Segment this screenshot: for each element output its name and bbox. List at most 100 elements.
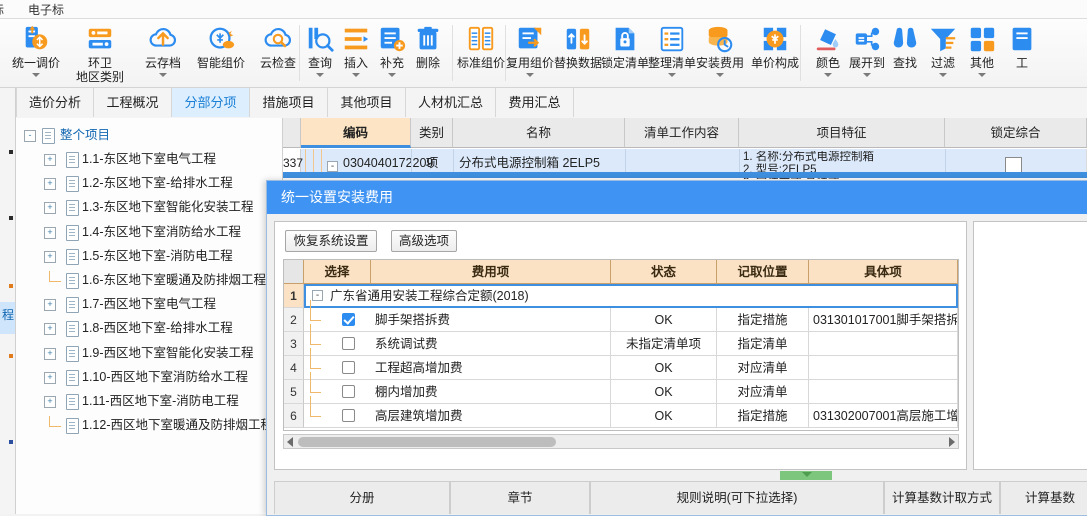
fee-row-checkbox-4[interactable] xyxy=(342,385,355,398)
tree-expander[interactable]: + xyxy=(44,226,56,239)
chevron-down-icon[interactable] xyxy=(716,73,724,77)
grid-header-0[interactable]: 编码 xyxy=(301,118,411,148)
grid-header-4[interactable]: 项目特征 xyxy=(739,118,945,148)
chevron-down-icon[interactable] xyxy=(526,73,534,77)
scroll-thumb[interactable] xyxy=(298,437,556,447)
fee-row-detail-4[interactable] xyxy=(809,380,958,404)
tab-0[interactable]: 造价分析 xyxy=(16,88,94,117)
ribbon-button-label: 颜色 xyxy=(815,56,840,70)
fee-row-checkbox-5[interactable] xyxy=(342,409,355,422)
ribbon-button-danjia-goucheng[interactable]: 单价构成 xyxy=(745,21,805,85)
fee-row-status-5[interactable]: OK xyxy=(611,404,717,428)
fee-row-detail-5[interactable]: 031302007001高层施工增加 xyxy=(809,404,958,428)
fee-row-status-4[interactable]: OK xyxy=(611,380,717,404)
fee-row-detail-3[interactable] xyxy=(809,356,958,380)
chevron-down-icon[interactable] xyxy=(159,73,167,77)
fee-table-hscrollbar[interactable] xyxy=(283,434,959,449)
fee-row-checkbox-1[interactable] xyxy=(342,313,355,326)
ribbon-button-yanse[interactable]: 颜色 xyxy=(806,21,850,85)
bottom-header-rule[interactable]: 规则说明(可下拉选择) xyxy=(590,481,884,514)
bottom-header-chapter[interactable]: 章节 xyxy=(450,481,590,514)
scroll-left-arrow-icon[interactable] xyxy=(287,437,293,447)
tree-expander[interactable]: + xyxy=(44,178,56,191)
scroll-right-arrow-icon[interactable] xyxy=(949,437,955,447)
grid-header-2[interactable]: 名称 xyxy=(453,118,625,148)
tree-expander[interactable]: + xyxy=(44,154,56,166)
grid-header-5[interactable]: 锁定综合 xyxy=(945,118,1087,148)
tree-expander[interactable]: + xyxy=(44,202,56,215)
chevron-down-icon[interactable] xyxy=(939,73,947,77)
tree-expander[interactable]: + xyxy=(44,299,56,312)
ribbon-button-tongyi-tiaojia[interactable]: 统一调价 xyxy=(5,21,67,85)
fee-row-name-2[interactable]: 系统调试费 xyxy=(371,332,611,356)
fee-table-header-2[interactable]: 费用项 xyxy=(371,260,611,284)
fee-row-name-5[interactable]: 高层建筑增加费 xyxy=(371,404,611,428)
tab-label: 人材机汇总 xyxy=(417,95,483,110)
tab-4[interactable]: 其他项目 xyxy=(328,88,406,117)
bottom-header-volume[interactable]: 分册 xyxy=(274,481,450,514)
tab-6[interactable]: 费用汇总 xyxy=(496,88,574,117)
tree-expander[interactable]: + xyxy=(44,323,56,336)
tab-3[interactable]: 措施项目 xyxy=(250,88,328,117)
ribbon-button-guolv[interactable]: 过滤 xyxy=(921,21,965,85)
ribbon-button-shanchu[interactable]: 删除 xyxy=(406,21,450,85)
fee-table-header-4[interactable]: 记取位置 xyxy=(717,260,809,284)
fee-row-position-3[interactable]: 对应清单 xyxy=(717,356,809,380)
fee-table-header-5[interactable]: 具体项 xyxy=(809,260,958,284)
fee-row-detail-1[interactable]: 031301017001脚手架搭拆费 xyxy=(809,308,958,332)
chevron-down-icon[interactable] xyxy=(352,73,360,77)
ribbon-button-qita[interactable]: 其他 xyxy=(960,21,1004,85)
ribbon-button-huanwei-diqu-leibie[interactable]: 环卫 地区类别 xyxy=(67,21,133,85)
fee-row-name-3[interactable]: 工程超高增加费 xyxy=(371,356,611,380)
grid-row-expander[interactable]: - xyxy=(327,161,338,172)
tab-5[interactable]: 人材机汇总 xyxy=(406,88,496,117)
chevron-down-icon[interactable] xyxy=(388,73,396,77)
grid-header-1[interactable]: 类别 xyxy=(411,118,453,148)
chevron-down-icon[interactable] xyxy=(824,73,832,77)
menu-item-electronic-bid[interactable]: 电子标 xyxy=(28,1,64,18)
fee-row-name-1[interactable]: 脚手架搭拆费 xyxy=(371,308,611,332)
tree-expander[interactable]: + xyxy=(44,396,56,408)
document-icon xyxy=(66,152,79,168)
fee-row-detail-2[interactable] xyxy=(809,332,958,356)
dialog-title: 统一设置安装费用 xyxy=(267,181,1087,214)
ribbon-button-yun-cundang[interactable]: 云存档 xyxy=(135,21,191,85)
fee-row-position-2[interactable]: 指定清单 xyxy=(717,332,809,356)
fee-row-position-1[interactable]: 指定措施 xyxy=(717,308,809,332)
dialog-splitter-handle[interactable] xyxy=(780,471,832,480)
ribbon-button-anzhuang-feiyong[interactable]: 安装费用 xyxy=(690,21,750,85)
fee-row-checkbox-2[interactable] xyxy=(342,337,355,350)
ribbon-button-zhineng-zujia[interactable]: 智能组价 xyxy=(190,21,252,85)
menu-item-0[interactable]: 标 xyxy=(0,1,4,18)
fee-row-status-3[interactable]: OK xyxy=(611,356,717,380)
chevron-down-icon[interactable] xyxy=(863,73,871,77)
fee-row-position-5[interactable]: 指定措施 xyxy=(717,404,809,428)
chevron-down-icon[interactable] xyxy=(32,73,40,77)
fee-row-status-1[interactable]: OK xyxy=(611,308,717,332)
chevron-down-icon[interactable] xyxy=(668,73,676,77)
tree-expander[interactable]: + xyxy=(44,371,56,384)
chevron-down-icon[interactable] xyxy=(316,73,324,77)
fee-row-status-2[interactable]: 未指定清单项 xyxy=(611,332,717,356)
ribbon-button-gongju[interactable]: 工 xyxy=(1002,21,1042,85)
restore-system-settings-button[interactable]: 恢复系统设置 xyxy=(285,230,377,252)
paint-bucket-icon xyxy=(813,21,843,54)
fee-row-checkbox-3[interactable] xyxy=(342,361,355,374)
fee-row-position-4[interactable]: 对应清单 xyxy=(717,380,809,404)
advanced-options-button[interactable]: 高级选项 xyxy=(391,230,457,252)
bottom-header-base-method[interactable]: 计算基数计取方式 xyxy=(884,481,1000,514)
chevron-down-icon[interactable] xyxy=(978,73,986,77)
fee-table-header-3[interactable]: 状态 xyxy=(611,260,717,284)
left-collapsed-panel[interactable]: 程 xyxy=(0,88,16,514)
fee-table-group-row[interactable]: - 广东省通用安装工程综合定额(2018) xyxy=(304,284,958,308)
tree-expander[interactable]: + xyxy=(44,250,56,263)
bottom-header-base[interactable]: 计算基数 xyxy=(1000,481,1087,514)
fee-row-name-4[interactable]: 棚内增加费 xyxy=(371,380,611,404)
tab-2[interactable]: 分部分项 xyxy=(172,88,250,117)
grid-header-3[interactable]: 清单工作内容 xyxy=(625,118,739,148)
tree-expander[interactable]: - xyxy=(24,130,36,142)
fee-table-header-1[interactable]: 选择 xyxy=(304,260,371,284)
tree-expander[interactable]: + xyxy=(44,347,56,360)
tab-1[interactable]: 工程概况 xyxy=(94,88,172,117)
project-icon xyxy=(42,128,55,144)
